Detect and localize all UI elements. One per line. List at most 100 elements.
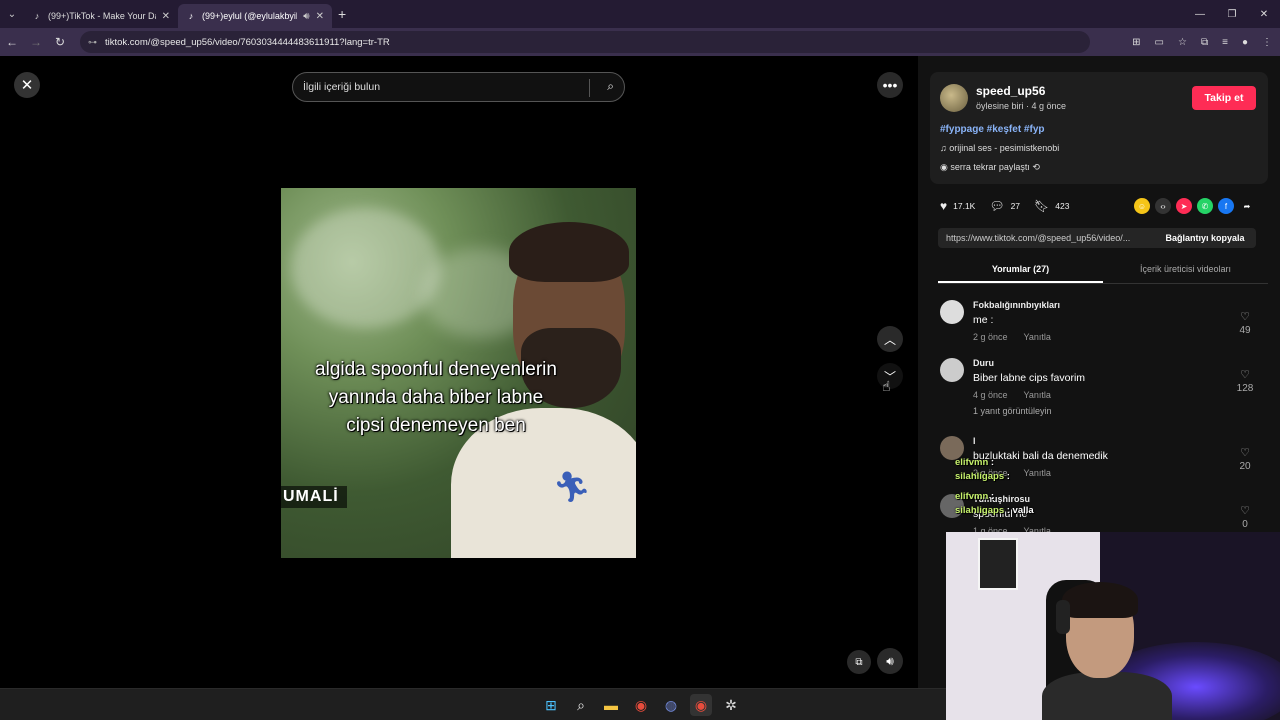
related-content-search[interactable]: İlgili içeriği bulun ⌕ <box>292 72 625 102</box>
copy-link-button[interactable]: Bağlantıyı kopyala <box>1154 228 1256 248</box>
site-info-icon[interactable]: ⊶ <box>88 37 97 48</box>
taskbar: ⊞ ⌕ ▬ ◉ ◍ ◉ ✲ <box>0 688 946 720</box>
new-tab-button[interactable]: + <box>338 6 346 22</box>
floating-player-button[interactable]: ⧉ <box>847 650 871 674</box>
commenter-avatar[interactable] <box>940 358 964 382</box>
author-avatar[interactable] <box>940 84 968 112</box>
chat-line: elifvmn : <box>955 490 1034 504</box>
music-row[interactable]: ♫ orijinal ses - pesimistkenobi <box>940 143 1059 153</box>
close-tab-icon[interactable]: ✕ <box>162 11 170 22</box>
mouse-cursor-icon: ☝︎ <box>882 378 891 394</box>
chat-line: silahligaps : valla <box>955 504 1034 518</box>
chat-message: : <box>1006 471 1010 482</box>
restore-icon[interactable]: ❐ <box>1216 0 1248 28</box>
previous-video-button[interactable]: ︿ <box>877 326 903 352</box>
toolbar-icons: ⊞ ▭ ☆ ⧉ ≡ ● ⋮ <box>1132 28 1272 56</box>
reposter-avatar: ◉ <box>940 162 951 172</box>
close-tab-icon[interactable]: ✕ <box>316 11 324 22</box>
bookmark-star-icon[interactable]: ☆ <box>1178 37 1187 48</box>
video-player[interactable]: 🏃︎ algida spoonful deneyenlerin yanında … <box>281 188 636 558</box>
chrome-active-icon[interactable]: ◉ <box>690 694 712 716</box>
heart-outline-icon: ♡ <box>1240 505 1250 517</box>
streamer-hair <box>1062 582 1138 618</box>
wall-poster <box>978 538 1018 590</box>
embed-icon[interactable]: ‹› <box>1155 198 1171 214</box>
video-name-tag: UMALİ <box>281 486 347 508</box>
tab-search-button[interactable]: ⌄ <box>0 0 24 28</box>
commenter-name[interactable]: Fokbalığınınbıyıkları <box>973 300 1060 310</box>
file-explorer-icon[interactable]: ▬ <box>600 694 622 716</box>
comment-like[interactable]: ♡ 128 <box>1230 368 1260 394</box>
comment-like[interactable]: ♡ 0 <box>1230 504 1260 530</box>
extensions-icon[interactable]: ⧉ <box>1201 37 1208 48</box>
tab-label: (99+)TikTok - Make Your Day <box>48 11 156 21</box>
close-video-button[interactable]: ✕ <box>14 72 40 98</box>
save-stat[interactable]: 🔖︎ 423 <box>1034 199 1069 213</box>
discord-icon[interactable]: ◍ <box>660 694 682 716</box>
friends-share-icon[interactable]: ☺ <box>1134 198 1150 214</box>
tab-label: (99+)eylul (@eylulakbyik) | <box>202 11 297 21</box>
volume-button[interactable]: 🔊︎ <box>877 648 903 674</box>
author-subline: öylesine biri · 4 g önce <box>976 101 1067 111</box>
follow-button[interactable]: Takip et <box>1192 86 1256 110</box>
comment-count: 27 <box>1010 201 1021 211</box>
reload-icon[interactable]: ↻ <box>48 28 72 56</box>
windows-start-icon[interactable]: ⊞ <box>540 694 562 716</box>
repost-icon: ⟲ <box>1029 162 1040 172</box>
tab-tiktok-home[interactable]: ♪ (99+)TikTok - Make Your Day ✕ <box>24 4 178 28</box>
tab-comments[interactable]: Yorumlar (27) <box>938 260 1103 283</box>
commenter-avatar[interactable] <box>940 300 964 324</box>
more-options-button[interactable]: ••• <box>877 72 903 98</box>
share-arrow-icon[interactable]: ➦ <box>1239 198 1255 214</box>
chat-user: elifvmn <box>955 457 989 468</box>
view-replies-button[interactable]: 1 yanıt görüntüleyin <box>973 406 1052 416</box>
engagement-stats: ♥ 17.1K 💬︎ 27 🔖︎ 423 <box>940 196 1075 216</box>
cast-icon[interactable]: ▭ <box>1155 37 1164 48</box>
chat-user: elifvmn <box>955 491 989 502</box>
heart-outline-icon: ♡ <box>1240 447 1250 459</box>
reply-button[interactable]: Yanıtla <box>1024 332 1051 342</box>
search-icon[interactable]: ⌕ <box>607 79 614 94</box>
video-link-url[interactable]: https://www.tiktok.com/@speed_up56/video… <box>938 233 1154 243</box>
reply-button[interactable]: Yanıtla <box>1024 390 1051 400</box>
like-count: 17.1K <box>953 201 976 211</box>
tab-eylul[interactable]: ♪ (99+)eylul (@eylulakbyik) | 🔊︎ ✕ <box>178 4 332 28</box>
background-foliage <box>291 208 441 328</box>
browser-menu-icon[interactable]: ⋮ <box>1262 37 1272 48</box>
profile-avatar[interactable]: ● <box>1242 37 1248 48</box>
share-options: ☺ ‹› ➤ ✆ f ➦ <box>1134 198 1255 214</box>
facebook-icon[interactable]: f <box>1218 198 1234 214</box>
chrome-icon[interactable]: ◉ <box>630 694 652 716</box>
chat-message: : <box>990 457 995 468</box>
back-icon[interactable]: ← <box>0 28 24 56</box>
heart-outline-icon: ♡ <box>1240 369 1250 381</box>
tiktok-icon: ♪ <box>188 11 194 21</box>
speaker-icon[interactable]: 🔊︎ <box>303 11 309 22</box>
translate-icon[interactable]: ⊞ <box>1132 37 1140 48</box>
video-hashtags[interactable]: #fyppage #keşfet #fyp <box>940 124 1045 135</box>
commenter-name[interactable]: Duru <box>973 358 994 368</box>
comment-like[interactable]: ♡ 20 <box>1230 446 1260 472</box>
repost-text: serra tekrar paylaştı <box>950 162 1030 172</box>
taskbar-search-icon[interactable]: ⌕ <box>570 694 592 716</box>
comment-stat[interactable]: 💬︎ 27 <box>989 199 1020 213</box>
comment-meta: 4 g önce Yanıtla <box>973 390 1051 400</box>
streamer-body <box>1042 672 1172 720</box>
tab-creator-videos[interactable]: İçerik üreticisi videoları <box>1103 260 1268 283</box>
settings-app-icon[interactable]: ✲ <box>720 694 742 716</box>
close-window-icon[interactable]: ✕ <box>1248 0 1280 28</box>
url-field[interactable]: ⊶ tiktok.com/@speed_up56/video/760303444… <box>80 31 1090 53</box>
whatsapp-icon[interactable]: ✆ <box>1197 198 1213 214</box>
comment-like[interactable]: ♡ 49 <box>1230 310 1260 336</box>
author-username[interactable]: speed_up56 <box>976 84 1045 98</box>
chat-message: : valla <box>1006 505 1034 516</box>
chat-line: elifvmn : <box>955 456 1034 470</box>
send-icon[interactable]: ➤ <box>1176 198 1192 214</box>
minimize-icon[interactable]: — <box>1184 0 1216 28</box>
bookmark-icon: 🔖︎ <box>1034 199 1050 213</box>
commenter-name[interactable]: l <box>973 436 976 446</box>
forward-icon[interactable]: → <box>24 28 48 56</box>
comment-text: me : <box>973 314 994 326</box>
like-stat[interactable]: ♥ 17.1K <box>940 199 975 213</box>
reading-list-icon[interactable]: ≡ <box>1222 37 1228 48</box>
